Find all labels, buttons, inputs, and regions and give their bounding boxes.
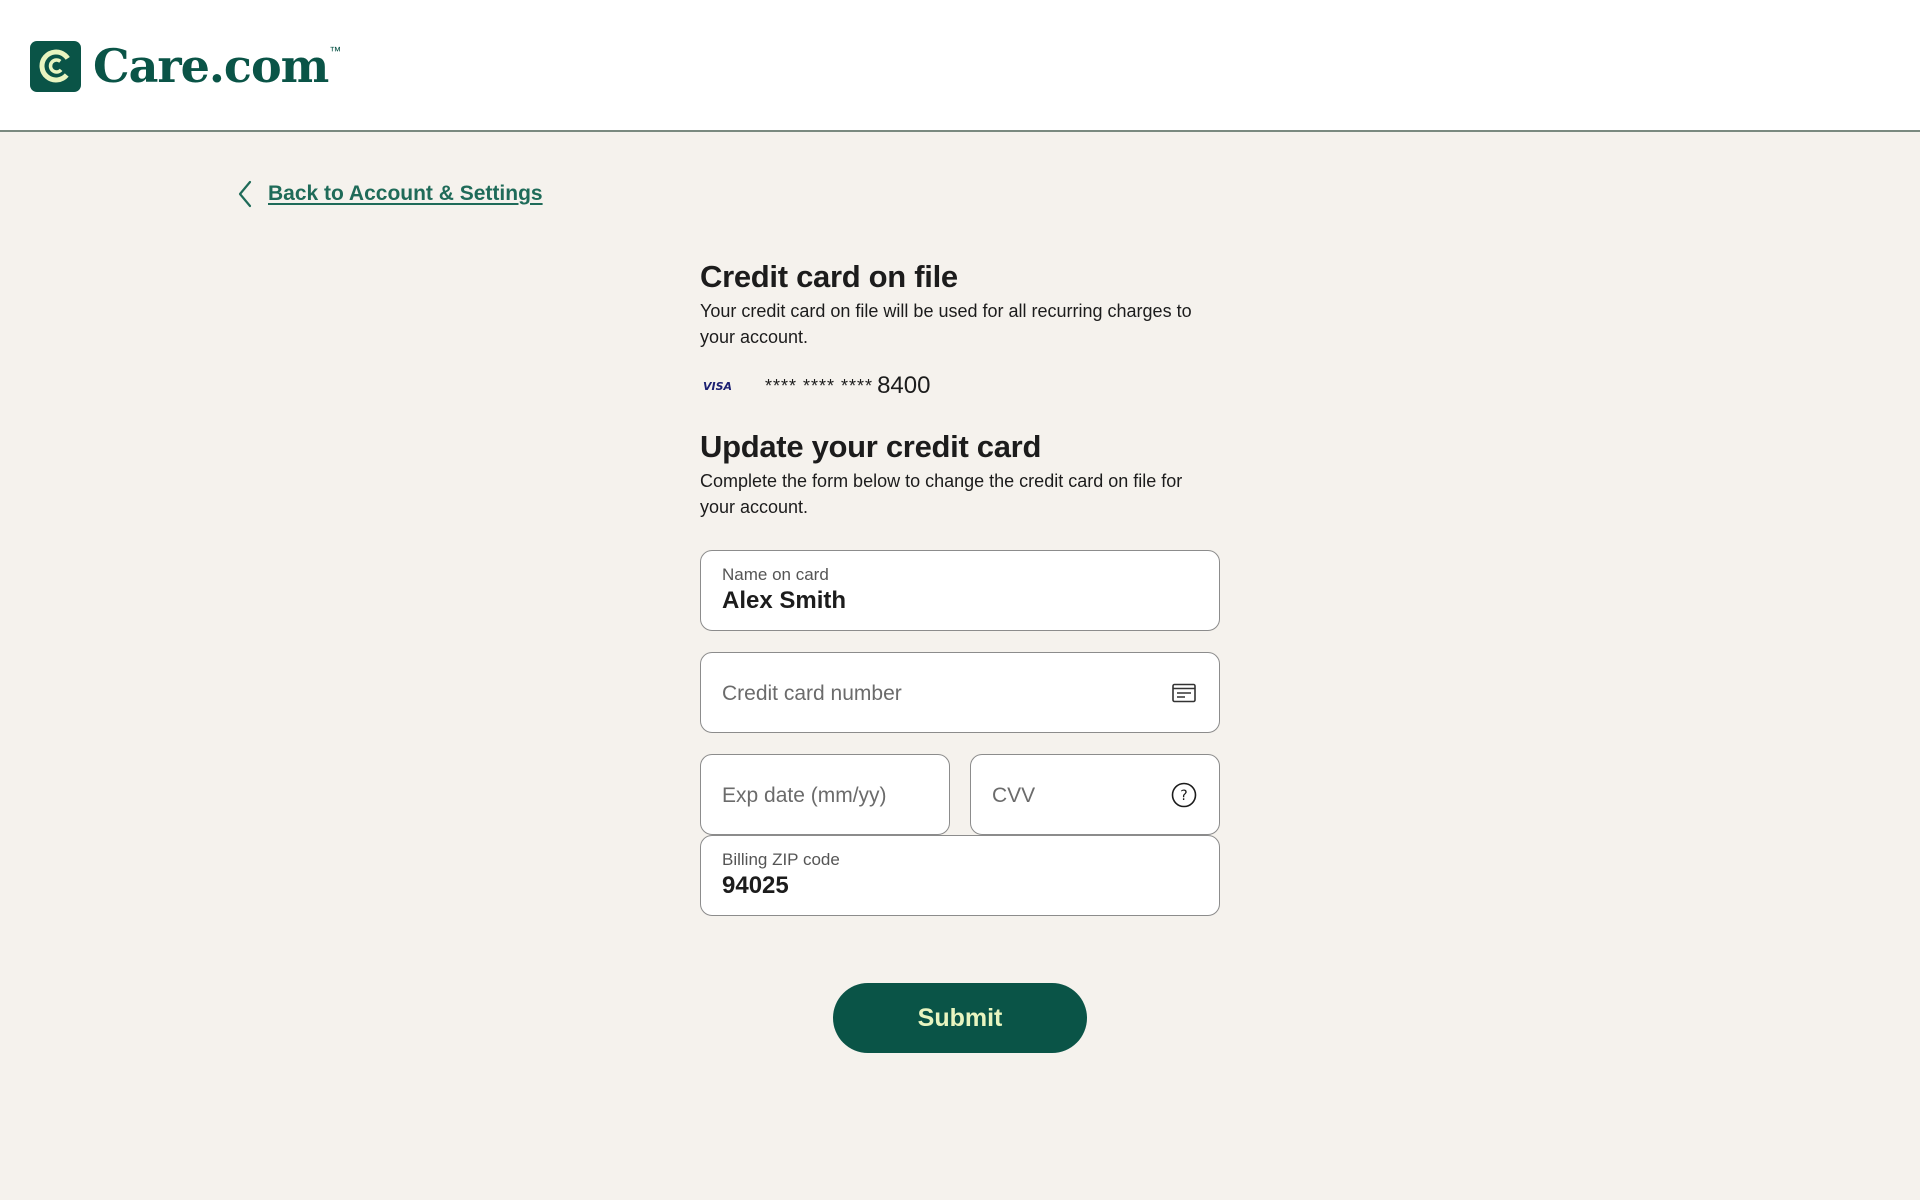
chevron-left-icon [238, 180, 252, 208]
card-masked-digits: **** **** **** [765, 375, 874, 396]
card-on-file-heading: Credit card on file [700, 259, 958, 294]
name-on-card-label: Name on card [722, 565, 829, 584]
logo-trademark: ™ [329, 44, 342, 58]
credit-card-number-placeholder: Credit card number [722, 682, 902, 705]
back-to-account-settings-link[interactable]: Back to Account & Settings [268, 182, 543, 206]
logo-wordmark: Care.com [93, 39, 329, 93]
submit-button[interactable]: Submit [833, 983, 1087, 1053]
site-header: Care.com ™ [0, 0, 1920, 132]
update-card-heading: Update your credit card [700, 429, 1042, 464]
update-card-form: Name on card Alex Smith Credit card numb… [700, 550, 1220, 916]
update-card-description: Complete the form below to change the cr… [700, 471, 1183, 517]
name-on-card-value: Alex Smith [722, 587, 847, 614]
credit-card-icon [1172, 683, 1196, 703]
care-logo-icon [30, 40, 81, 92]
cvv-placeholder: CVV [992, 784, 1036, 807]
cvv-field[interactable]: CVV ? [970, 754, 1220, 835]
exp-cvv-row: Exp date (mm/yy) CVV ? [700, 754, 1220, 835]
svg-text:?: ? [1180, 788, 1187, 804]
name-on-card-field[interactable]: Name on card Alex Smith [700, 550, 1220, 631]
visa-logo: VISA [703, 379, 733, 393]
billing-zip-field[interactable]: Billing ZIP code 94025 [700, 835, 1220, 916]
billing-zip-label: Billing ZIP code [722, 850, 840, 869]
credit-card-number-field[interactable]: Credit card number [700, 652, 1220, 733]
exp-date-placeholder: Exp date (mm/yy) [722, 784, 887, 807]
card-on-file-description: Your credit card on file will be used fo… [700, 301, 1192, 347]
card-on-file-row: VISA **** **** **** 8400 [700, 370, 1220, 402]
card-last-four: 8400 [877, 372, 931, 399]
credit-card-panel: Credit card on file Your credit card on … [700, 256, 1220, 916]
care-logo[interactable]: Care.com ™ [30, 40, 341, 92]
question-circle-icon[interactable]: ? [1171, 782, 1197, 808]
back-nav[interactable]: Back to Account & Settings [238, 178, 543, 210]
billing-zip-value: 94025 [722, 872, 789, 899]
exp-date-field[interactable]: Exp date (mm/yy) [700, 754, 950, 835]
